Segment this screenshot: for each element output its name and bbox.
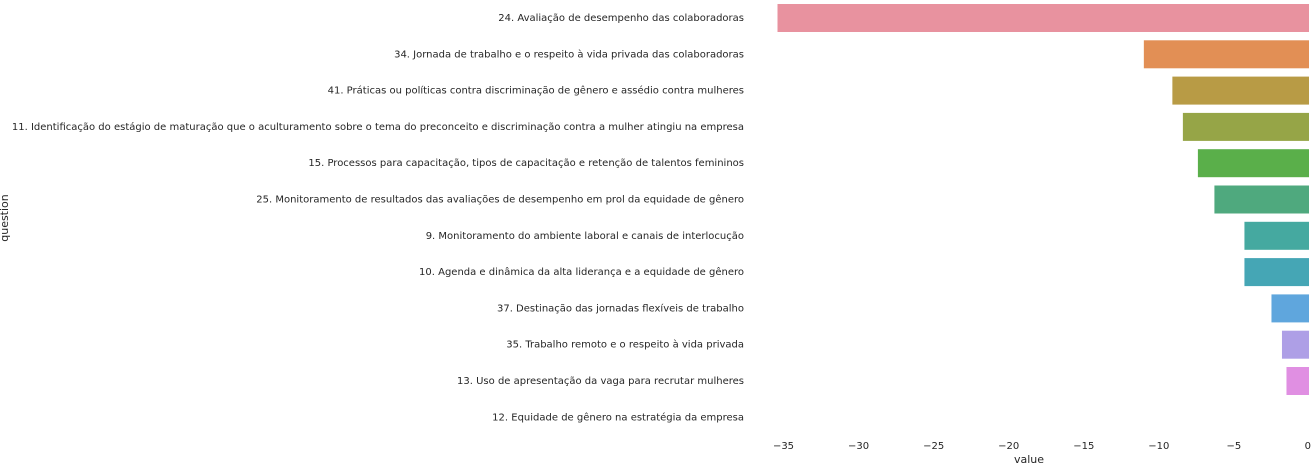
y-tick-label: 15. Processos para capacitação, tipos de…	[308, 158, 744, 169]
y-tick-label: 24. Avaliação de desempenho das colabora…	[498, 13, 744, 24]
bar	[777, 4, 1309, 32]
y-tick-label: 13. Uso de apresentação da vaga para rec…	[457, 376, 744, 387]
y-axis-title: question	[0, 194, 11, 242]
bar	[1143, 40, 1309, 69]
y-tick-label: 25. Monitoramento de resultados das aval…	[256, 194, 744, 206]
x-tick-labels: −35 −30 −25 −20 −15 −10 −5 0	[773, 441, 1311, 452]
y-tick-label: 12. Equidade de gênero na estratégia da …	[492, 411, 744, 423]
bar	[1214, 185, 1309, 214]
y-tick-labels: 24. Avaliação de desempenho das colabora…	[12, 13, 744, 423]
bar	[1271, 294, 1309, 323]
bar	[1281, 330, 1309, 359]
bars	[777, 4, 1309, 395]
x-tick-label: −30	[848, 441, 869, 452]
y-tick-label: 35. Trabalho remoto e o respeito à vida …	[506, 339, 744, 351]
y-tick-label: 37. Destinação das jornadas flexíveis de…	[497, 302, 744, 314]
y-tick-label: 10. Agenda e dinâmica da alta liderança …	[419, 266, 744, 278]
y-tick-label: 9. Monitoramento do ambiente laboral e c…	[426, 231, 744, 242]
bar	[1182, 112, 1309, 141]
bar	[1286, 367, 1309, 395]
x-tick-label: −15	[1073, 441, 1094, 452]
x-tick-label: −25	[923, 441, 944, 452]
bar	[1244, 258, 1309, 287]
y-tick-label: 11. Identificação do estágio de maturaçã…	[12, 121, 744, 133]
x-tick-label: −10	[1148, 441, 1169, 452]
x-tick-label: −5	[1227, 441, 1242, 452]
bar	[1244, 221, 1309, 250]
bar	[1172, 76, 1309, 105]
bar	[1197, 149, 1309, 178]
x-tick-label: −35	[773, 441, 794, 452]
x-tick-label: 0	[1305, 441, 1311, 452]
y-tick-label: 41. Práticas ou políticas contra discrim…	[328, 85, 744, 97]
y-tick-label: 34. Jornada de trabalho e o respeito à v…	[394, 48, 744, 60]
bar-chart: 24. Avaliação de desempenho das colabora…	[0, 4, 1311, 465]
x-axis-title: value	[1014, 453, 1044, 465]
x-tick-label: −20	[998, 441, 1019, 452]
